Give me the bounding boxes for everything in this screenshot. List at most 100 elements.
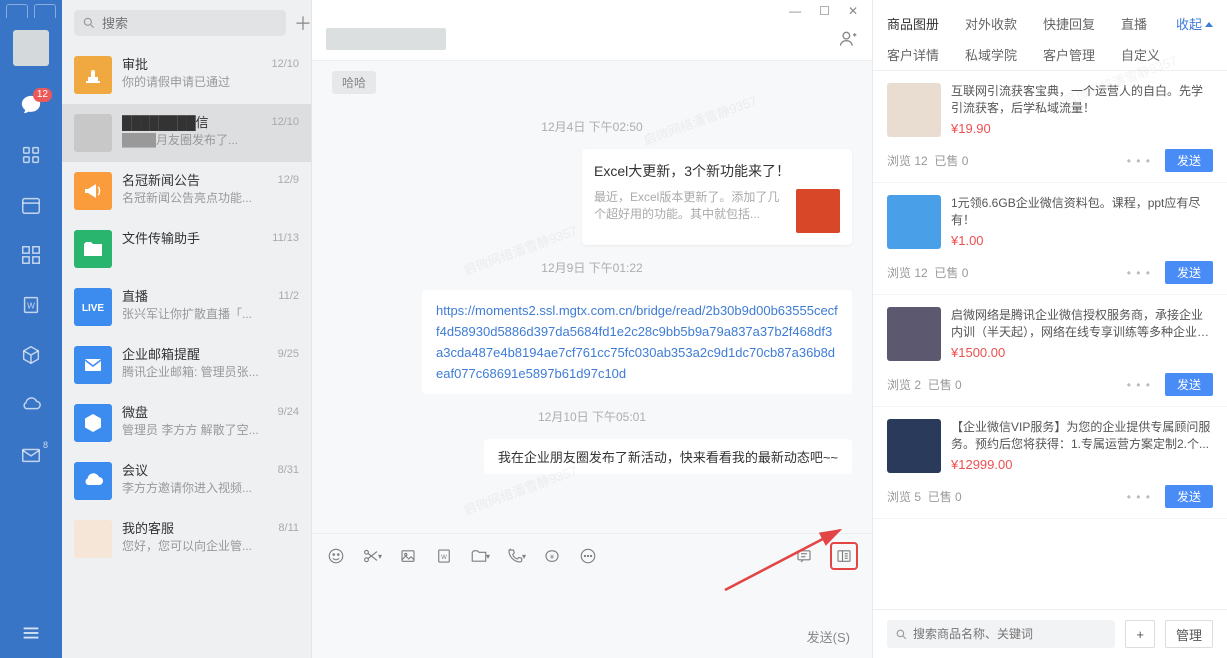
product-more-icon[interactable]: • • • bbox=[1127, 490, 1151, 504]
product-send-button[interactable]: 发送 bbox=[1165, 485, 1213, 508]
chat-header bbox=[312, 22, 872, 61]
conversation-item[interactable]: 会议 李方方邀请你进入视频... 8/31 bbox=[62, 452, 311, 510]
close-button[interactable]: ✕ bbox=[848, 5, 858, 17]
product-tabs: 商品图册 对外收款 快捷回复 直播 收起 客户详情 私域学院 客户管理 自定义 bbox=[873, 0, 1227, 71]
product-send-button[interactable]: 发送 bbox=[1165, 149, 1213, 172]
tab-collect[interactable]: 对外收款 bbox=[965, 8, 1017, 39]
product-more-icon[interactable]: • • • bbox=[1127, 378, 1151, 392]
collapse-button[interactable]: 收起 bbox=[1176, 8, 1213, 39]
message-text[interactable]: 我在企业朋友圈发布了新活动，快来看看我的最新动态吧~~ bbox=[332, 439, 852, 474]
conversation-panel: ＋ 审批 你的请假申请已通过 12/10 ████████信 ████月友圈发布… bbox=[62, 0, 312, 658]
product-title: 1元领6.6GB企业微信资料包。课程，ppt应有尽有！ bbox=[951, 195, 1213, 229]
emoji-icon[interactable] bbox=[326, 546, 346, 566]
conversation-item[interactable]: 文件传输助手 11/13 bbox=[62, 220, 311, 278]
svg-text:¥: ¥ bbox=[550, 554, 554, 561]
conversation-avatar bbox=[74, 404, 112, 442]
conversation-item[interactable]: 审批 你的请假申请已通过 12/10 bbox=[62, 46, 311, 104]
send-button[interactable]: 发送(S) bbox=[799, 623, 858, 650]
product-more-icon[interactable]: • • • bbox=[1127, 154, 1151, 168]
mail-nav-icon[interactable]: 8 bbox=[20, 444, 42, 466]
conversation-item[interactable]: 微盘 管理员 李方方 解散了空... 9/24 bbox=[62, 394, 311, 452]
conversation-item[interactable]: 企业邮箱提醒 腾讯企业邮箱: 管理员张... 9/25 bbox=[62, 336, 311, 394]
conversation-item[interactable]: 名冠新闻公告 名冠新闻公告亮点功能... 12/9 bbox=[62, 162, 311, 220]
minimize-button[interactable]: — bbox=[789, 5, 801, 17]
conversation-date: 12/9 bbox=[278, 174, 299, 186]
calendar-icon[interactable] bbox=[20, 194, 42, 216]
conversation-avatar bbox=[74, 114, 112, 152]
manage-button[interactable]: 管理 bbox=[1165, 620, 1213, 648]
conversation-date: 8/11 bbox=[278, 522, 299, 534]
conversation-avatar bbox=[74, 172, 112, 210]
chevron-up-icon bbox=[1205, 22, 1213, 27]
quick-reply-icon[interactable] bbox=[794, 546, 814, 566]
box-icon[interactable] bbox=[20, 344, 42, 366]
menu-icon[interactable] bbox=[20, 622, 42, 644]
message-link[interactable]: https://moments2.ssl.mgtx.com.cn/bridge/… bbox=[332, 290, 852, 394]
product-more-icon[interactable]: • • • bbox=[1127, 266, 1151, 280]
conversation-item[interactable]: 我的客服 您好，您可以向企业管... 8/11 bbox=[62, 510, 311, 568]
search-icon bbox=[895, 628, 908, 641]
tab-live[interactable]: 直播 bbox=[1121, 8, 1147, 39]
chat-chip: 哈哈 bbox=[332, 71, 376, 94]
scissors-icon[interactable]: ▾ bbox=[362, 546, 382, 566]
chat-input-area[interactable]: 发送(S) bbox=[312, 578, 872, 658]
apps-icon[interactable] bbox=[20, 244, 42, 266]
conversation-title: 我的客服 bbox=[122, 520, 299, 538]
svg-text:W: W bbox=[27, 302, 35, 311]
tab-product-album[interactable]: 商品图册 bbox=[887, 8, 939, 39]
product-search[interactable] bbox=[887, 620, 1115, 648]
product-item[interactable]: 【企业微信VIP服务】为您的企业提供专属顾问服务。预约后您将获得：1.专属运营方… bbox=[873, 407, 1227, 481]
add-contact-icon[interactable] bbox=[838, 29, 858, 49]
search-icon bbox=[82, 16, 96, 30]
product-item[interactable]: 1元领6.6GB企业微信资料包。课程，ppt应有尽有！ ¥1.00 bbox=[873, 183, 1227, 257]
link-text[interactable]: https://moments2.ssl.mgtx.com.cn/bridge/… bbox=[436, 303, 838, 381]
conversation-date: 12/10 bbox=[271, 116, 299, 128]
contacts-icon[interactable] bbox=[20, 144, 42, 166]
product-send-button[interactable]: 发送 bbox=[1165, 261, 1213, 284]
nav-tab-2[interactable] bbox=[34, 4, 56, 18]
add-product-button[interactable]: + bbox=[1125, 620, 1155, 648]
product-title: 启微网络是腾讯企业微信授权服务商，承接企业内训（半天起），网络在线专享训练等多种… bbox=[951, 307, 1213, 341]
conversation-item[interactable]: LIVE 直播 张兴军让你扩散直播「... 11/2 bbox=[62, 278, 311, 336]
tab-academy[interactable]: 私域学院 bbox=[965, 39, 1017, 70]
conversation-item[interactable]: ████████信 ████月友圈发布了... 12/10 bbox=[62, 104, 311, 162]
product-footer: + 管理 bbox=[873, 609, 1227, 658]
cloud-icon[interactable] bbox=[20, 394, 42, 416]
docs-icon[interactable]: W bbox=[20, 294, 42, 316]
card-thumb bbox=[796, 189, 840, 233]
doc-icon[interactable]: W bbox=[434, 546, 454, 566]
chat-badge: 12 bbox=[33, 88, 52, 102]
nav-tab-1[interactable] bbox=[6, 4, 28, 18]
product-panel-toggle[interactable] bbox=[830, 542, 858, 570]
add-conversation-button[interactable]: ＋ bbox=[294, 12, 312, 34]
product-item[interactable]: 启微网络是腾讯企业微信授权服务商，承接企业内训（半天起），网络在线专享训练等多种… bbox=[873, 295, 1227, 369]
more-icon[interactable] bbox=[578, 546, 598, 566]
money-icon[interactable]: ¥ bbox=[542, 546, 562, 566]
chat-title bbox=[326, 28, 446, 50]
product-item[interactable]: 互联网引流获客宝典，一个运营人的自白。先学引流获客，后学私域流量！ ¥19.90 bbox=[873, 71, 1227, 145]
conversation-preview: 腾讯企业邮箱: 管理员张... bbox=[122, 364, 299, 380]
chat-icon[interactable]: 12 bbox=[20, 94, 42, 116]
tab-customer-mgmt[interactable]: 客户管理 bbox=[1043, 39, 1095, 70]
product-send-button[interactable]: 发送 bbox=[1165, 373, 1213, 396]
conversation-preview: 张兴军让你扩散直播「... bbox=[122, 306, 299, 322]
tab-custom[interactable]: 自定义 bbox=[1121, 39, 1160, 70]
product-views: 浏览 5 bbox=[887, 488, 921, 505]
conversation-avatar: LIVE bbox=[74, 288, 112, 326]
message-card[interactable]: Excel大更新，3个新功能来了！ 最近，Excel版本更新了。添加了几个超好用… bbox=[332, 149, 852, 245]
maximize-button[interactable]: ☐ bbox=[819, 5, 830, 17]
conversation-preview: 管理员 李方方 解散了空... bbox=[122, 422, 299, 438]
product-title: 【企业微信VIP服务】为您的企业提供专属顾问服务。预约后您将获得：1.专属运营方… bbox=[951, 419, 1213, 453]
tab-customer-detail[interactable]: 客户详情 bbox=[887, 39, 939, 70]
conversation-date: 8/31 bbox=[278, 464, 299, 476]
search-box[interactable] bbox=[74, 10, 286, 36]
chat-toolbar: ▾ W ▾ ▾ ¥ bbox=[312, 533, 872, 578]
phone-icon[interactable]: ▾ bbox=[506, 546, 526, 566]
product-thumb bbox=[887, 419, 941, 473]
product-search-input[interactable] bbox=[913, 627, 1107, 641]
folder-icon[interactable]: ▾ bbox=[470, 546, 490, 566]
tab-quick-reply[interactable]: 快捷回复 bbox=[1043, 8, 1095, 39]
image-icon[interactable] bbox=[398, 546, 418, 566]
search-input[interactable] bbox=[102, 16, 278, 31]
user-avatar[interactable] bbox=[13, 30, 49, 66]
